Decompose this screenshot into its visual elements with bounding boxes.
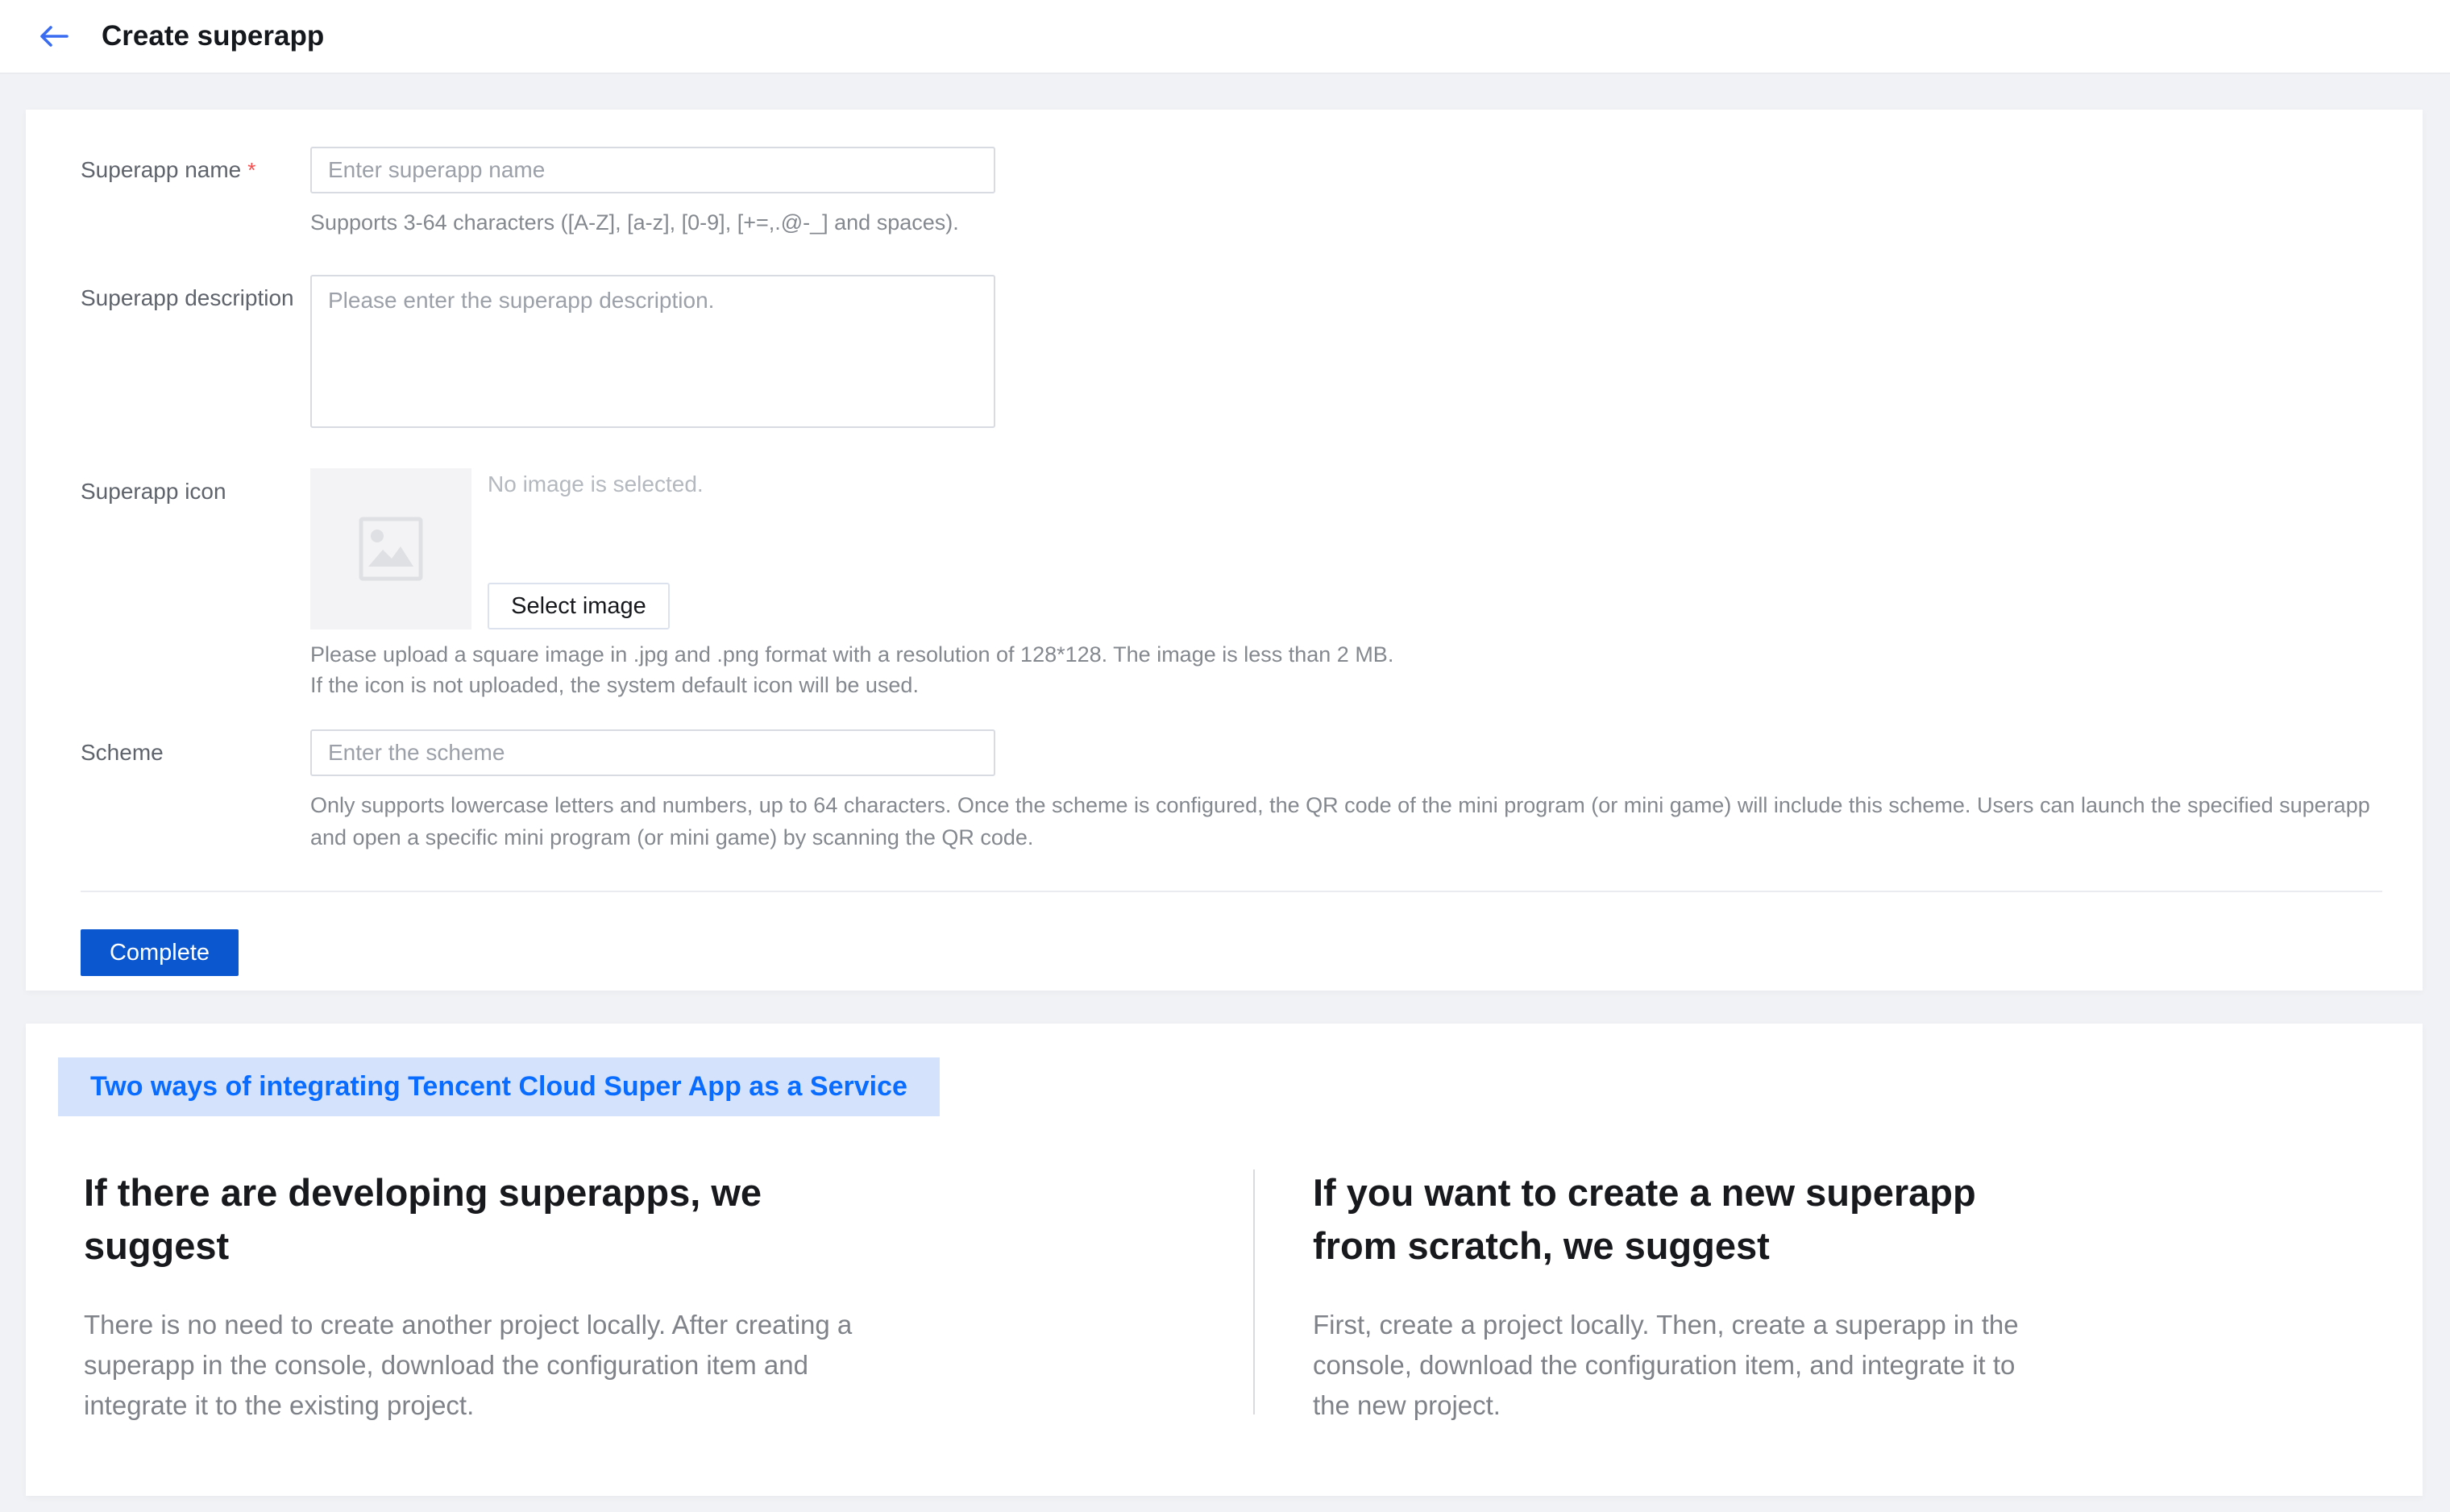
info-column-existing: If there are developing superapps, we su…: [58, 1166, 1253, 1426]
image-placeholder-box: [310, 468, 471, 629]
info-column-body: There is no need to create another proje…: [84, 1305, 878, 1426]
info-columns: If there are developing superapps, we su…: [58, 1166, 2390, 1426]
page-header: Create superapp: [0, 0, 2450, 74]
info-column-new: If you want to create a new superapp fro…: [1255, 1166, 2022, 1426]
info-column-body: First, create a project locally. Then, c…: [1313, 1305, 2022, 1426]
page-title: Create superapp: [102, 20, 324, 52]
form-row-scheme: Scheme Only supports lowercase letters a…: [81, 729, 2384, 854]
info-banner: Two ways of integrating Tencent Cloud Su…: [58, 1057, 940, 1116]
form-row-superapp-icon: Superapp icon No image is selected. Sele…: [81, 468, 2384, 700]
scheme-label: Scheme: [81, 729, 310, 854]
form-divider: [81, 891, 2382, 892]
select-image-button[interactable]: Select image: [488, 583, 670, 629]
superapp-name-label-cell: Superapp name*: [81, 147, 310, 239]
superapp-description-label: Superapp description: [81, 275, 310, 432]
image-placeholder-icon: [359, 517, 423, 581]
back-button[interactable]: [37, 23, 69, 50]
info-card: Two ways of integrating Tencent Cloud Su…: [26, 1024, 2423, 1496]
scheme-hint: Only supports lowercase letters and numb…: [310, 789, 2384, 854]
form-row-superapp-description: Superapp description: [81, 275, 2384, 432]
scheme-input[interactable]: [310, 729, 995, 776]
required-asterisk: *: [247, 158, 255, 182]
superapp-name-label: Superapp name: [81, 157, 241, 182]
info-column-heading: If there are developing superapps, we su…: [84, 1166, 777, 1273]
superapp-icon-label: Superapp icon: [81, 468, 310, 700]
form-row-superapp-name: Superapp name* Supports 3-64 characters …: [81, 147, 2384, 239]
info-column-heading: If you want to create a new superapp fro…: [1313, 1166, 2006, 1273]
complete-button[interactable]: Complete: [81, 929, 239, 976]
superapp-name-hint: Supports 3-64 characters ([A-Z], [a-z], …: [310, 206, 2384, 239]
back-arrow-icon: [38, 23, 69, 49]
superapp-name-input[interactable]: [310, 147, 995, 193]
superapp-description-textarea[interactable]: [310, 275, 995, 428]
icon-hint-line2: If the icon is not uploaded, the system …: [310, 670, 2384, 700]
create-superapp-form: Superapp name* Supports 3-64 characters …: [26, 110, 2423, 991]
no-image-text: No image is selected.: [488, 468, 704, 497]
icon-hint-line1: Please upload a square image in .jpg and…: [310, 639, 2384, 670]
main-content: Superapp name* Supports 3-64 characters …: [0, 110, 2450, 1496]
